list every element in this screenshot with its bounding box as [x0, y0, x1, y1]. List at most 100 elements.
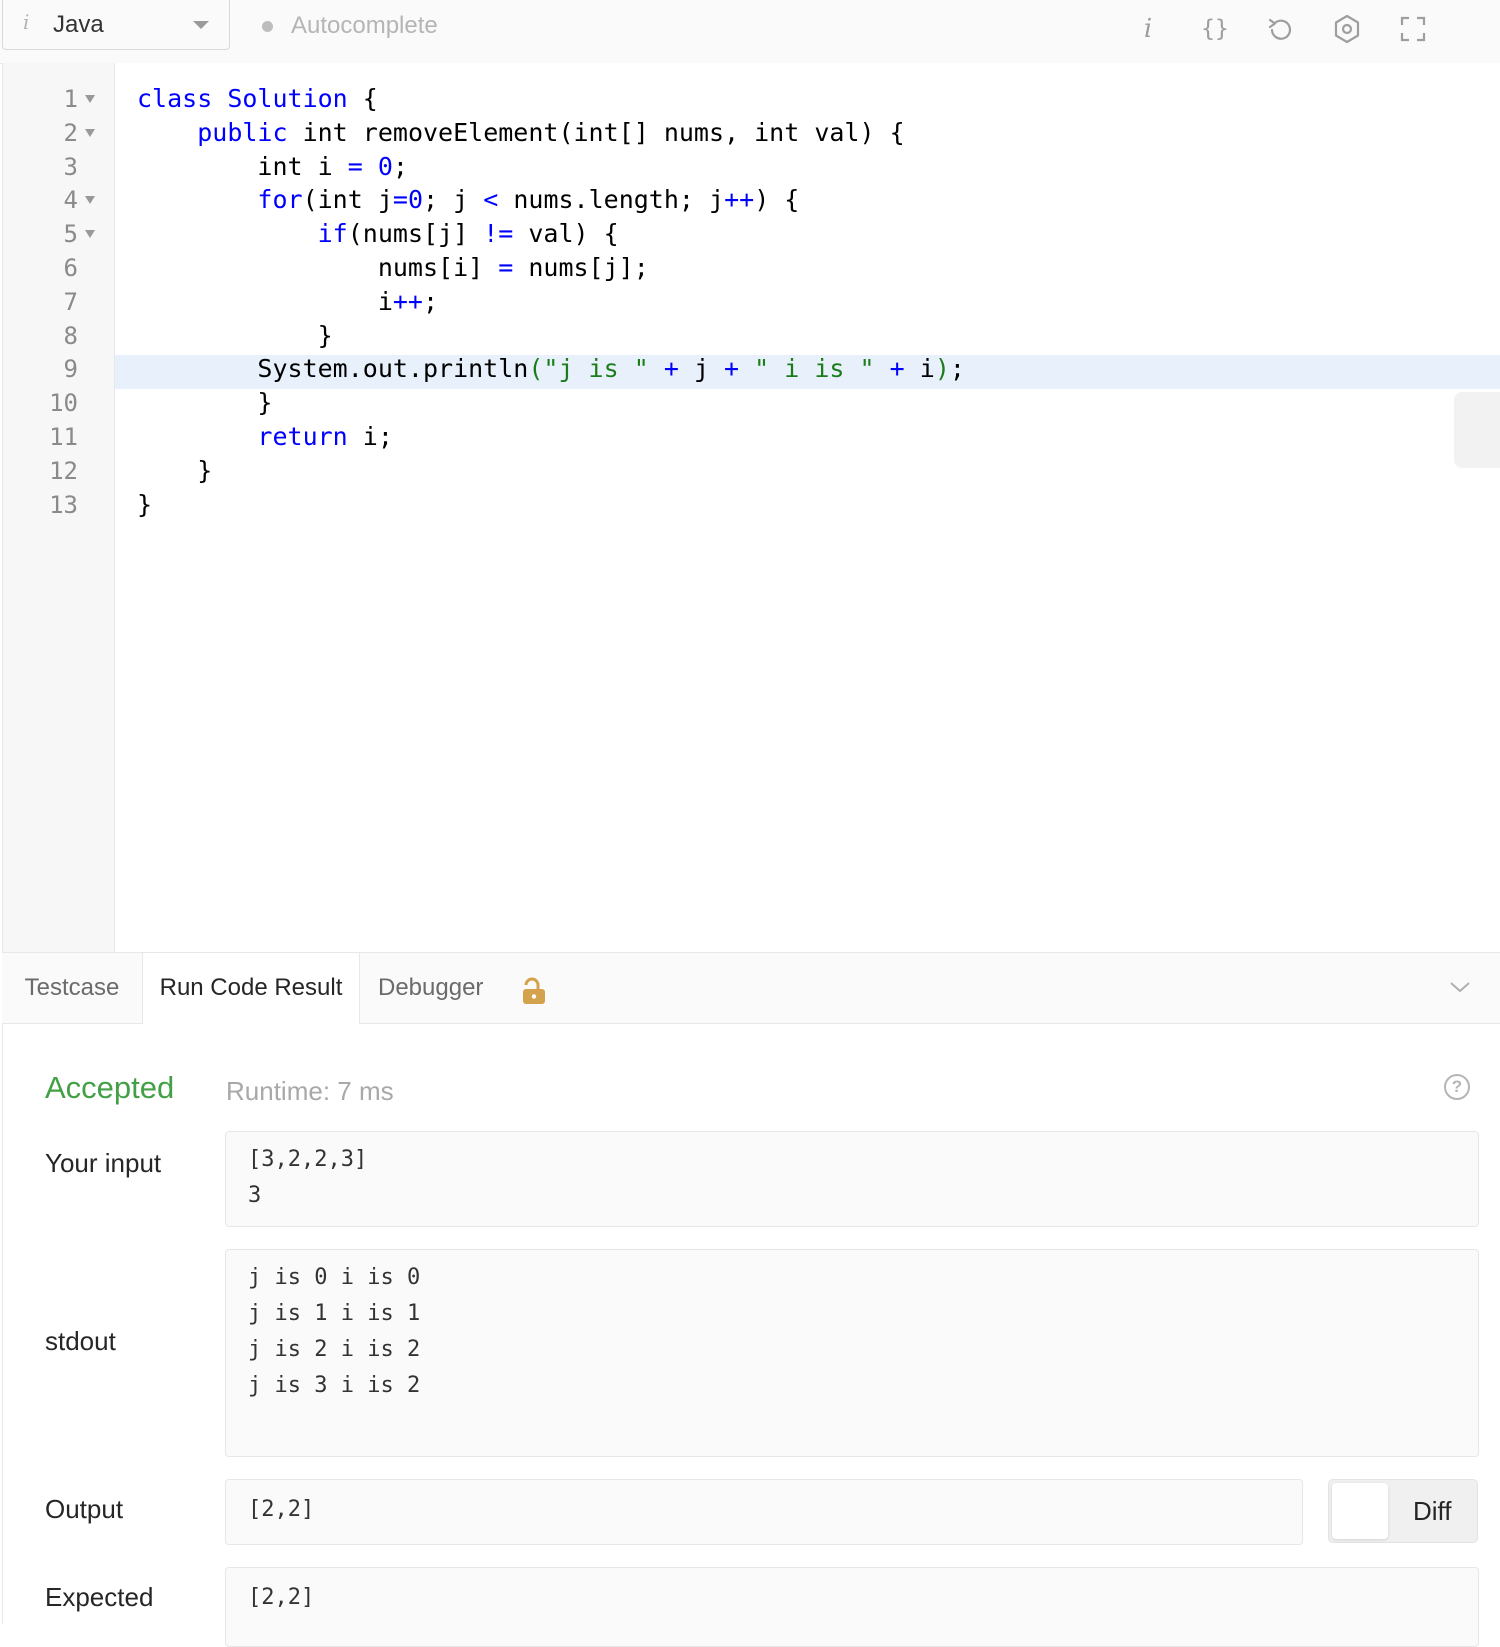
code-token: (nums[j] — [347, 219, 484, 249]
expected-value: [2,2] — [225, 1567, 1479, 1647]
fold-arrow-icon[interactable] — [85, 128, 95, 137]
line-number: 8 — [3, 319, 115, 353]
code-token: for — [257, 185, 303, 215]
diff-toggle-knob — [1332, 1483, 1388, 1539]
tab-run-code-result[interactable]: Run Code Result — [142, 953, 360, 1025]
run-code-result-panel: Accepted Runtime: 7 ms ? Your input [3,2… — [2, 1024, 1500, 1647]
code-token: + — [889, 354, 905, 384]
line-number-text: 12 — [49, 456, 78, 485]
code-line[interactable]: } — [137, 319, 333, 353]
code-token: { — [347, 84, 378, 113]
code-token: = — [347, 151, 363, 181]
line-number-text: 3 — [63, 152, 78, 181]
code-token: System.out.println — [137, 354, 529, 384]
code-token: " i is " — [754, 354, 875, 384]
code-token: nums[i] — [137, 253, 499, 282]
code-token: ; — [949, 354, 965, 384]
diff-toggle[interactable]: Diff — [1328, 1479, 1478, 1543]
stdout-label: stdout — [45, 1326, 116, 1356]
line-number-text: 5 — [63, 220, 78, 249]
diff-label: Diff — [1413, 1496, 1452, 1526]
line-number-text: 2 — [63, 118, 78, 147]
line-number: 13 — [3, 488, 115, 522]
chevron-down-icon — [193, 21, 209, 29]
settings-button[interactable] — [1327, 9, 1367, 49]
info-icon: i — [1143, 14, 1153, 44]
code-token: ++ — [724, 185, 755, 215]
reset-code-button[interactable] — [1261, 9, 1301, 49]
fold-arrow-icon[interactable] — [85, 95, 95, 103]
expected-label: Expected — [45, 1582, 154, 1612]
fold-arrow-icon[interactable] — [85, 196, 95, 205]
line-number-text: 7 — [63, 287, 78, 316]
code-line[interactable]: nums[i] = nums[j]; — [137, 251, 649, 285]
result-status: Accepted — [45, 1070, 175, 1105]
help-icon[interactable]: ? — [1444, 1074, 1470, 1100]
line-number: 4 — [3, 183, 115, 217]
code-token: = — [498, 253, 514, 282]
code-line[interactable]: } — [137, 386, 272, 420]
console-tabs: Testcase Run Code Result Debugger — [2, 952, 1500, 1025]
fullscreen-button[interactable] — [1393, 9, 1433, 49]
code-token: < — [483, 185, 499, 215]
code-line[interactable]: i++; — [137, 285, 438, 319]
fold-arrow-icon[interactable] — [85, 230, 95, 239]
line-number: 11 — [3, 420, 115, 454]
language-select-value: Java — [53, 11, 104, 38]
code-editor[interactable]: 1 2 3 4 5 6 7 8 9 10 11 12 13 class Solution { publi… — [2, 63, 1500, 952]
code-token: ("j is " — [528, 354, 649, 384]
code-token: } — [137, 388, 273, 418]
code-token: + — [663, 354, 679, 384]
fullscreen-icon — [1400, 16, 1426, 42]
code-token: 0 — [377, 151, 393, 181]
autocomplete-status-dot — [262, 21, 273, 32]
code-line[interactable]: public int removeElement(int[] nums, int… — [137, 116, 904, 150]
code-area[interactable]: class Solution { public int removeElemen… — [115, 63, 1500, 952]
info-button[interactable]: i — [1128, 9, 1168, 49]
line-number-text: 4 — [63, 186, 78, 215]
autocomplete-label: Autocomplete — [291, 12, 438, 39]
chevron-down-icon[interactable] — [1448, 975, 1472, 999]
code-line[interactable]: return i; — [137, 420, 393, 454]
code-token: = — [392, 185, 408, 215]
code-line[interactable]: for(int j=0; j < nums.length; j++) { — [137, 183, 799, 217]
input-label: Your input — [45, 1148, 162, 1178]
code-line[interactable]: } — [137, 488, 152, 522]
stdout-value: j is 0 i is 0 j is 1 i is 1 j is 2 i is … — [225, 1249, 1479, 1457]
code-line[interactable]: } — [137, 454, 212, 488]
code-token: ; — [392, 151, 408, 181]
code-token: i; — [347, 422, 393, 451]
code-token: } — [137, 455, 213, 485]
line-number-text: 10 — [49, 389, 78, 418]
code-token: i — [137, 286, 393, 316]
code-token: } — [137, 320, 333, 350]
line-number: 9 — [3, 352, 115, 386]
code-line[interactable]: System.out.println("j is " + j + " i is … — [137, 352, 965, 386]
side-panel-tab[interactable] — [1454, 392, 1500, 468]
line-number-text: 6 — [63, 254, 78, 282]
format-code-button[interactable]: {} — [1195, 9, 1235, 49]
code-token: (int j — [302, 185, 393, 215]
code-line[interactable]: class Solution { — [137, 82, 378, 116]
line-number: 6 — [3, 251, 115, 285]
settings-icon — [1334, 14, 1360, 44]
line-number-gutter: 1 2 3 4 5 6 7 8 9 10 11 12 13 — [3, 63, 115, 952]
code-token: if — [317, 219, 348, 249]
code-token: nums.length; j — [498, 185, 725, 215]
code-token: ; j — [423, 185, 484, 215]
code-token: Solution — [227, 84, 348, 113]
line-number: 7 — [3, 285, 115, 319]
code-token: 0 — [407, 185, 424, 215]
output-label: Output — [45, 1494, 124, 1524]
code-line[interactable]: int i = 0; — [137, 150, 408, 184]
code-line[interactable]: if(nums[j] != val) { — [137, 217, 619, 251]
tab-testcase[interactable]: Testcase — [2, 953, 142, 1024]
language-select[interactable]: i Java — [2, 0, 230, 50]
line-number: 5 — [3, 217, 115, 251]
